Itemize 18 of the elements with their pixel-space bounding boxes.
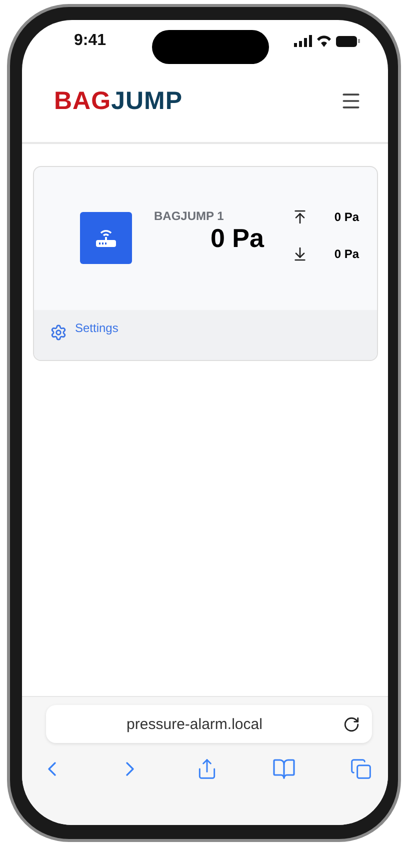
status-time: 9:41: [74, 32, 106, 50]
share-icon[interactable]: [196, 758, 218, 780]
router-icon: [80, 212, 132, 264]
wifi-icon: [317, 35, 331, 46]
pressure-value: 0 Pa: [210, 223, 264, 254]
address-bar[interactable]: pressure-alarm.local: [46, 705, 372, 743]
battery-icon: [336, 36, 360, 46]
brand-logo: BAGJUMP: [54, 86, 183, 116]
tabs-icon[interactable]: [350, 758, 372, 780]
min-pressure: 0 Pa: [334, 247, 359, 261]
url-text: pressure-alarm.local: [126, 716, 264, 732]
settings-icon[interactable]: [50, 324, 67, 341]
settings-link[interactable]: Settings: [75, 321, 118, 335]
reload-icon[interactable]: [343, 716, 360, 732]
device-name: BAGJUMP 1: [154, 209, 225, 223]
signal-icon: [294, 34, 312, 46]
book-icon[interactable]: [272, 757, 296, 781]
max-pressure: 0 Pa: [334, 210, 359, 224]
